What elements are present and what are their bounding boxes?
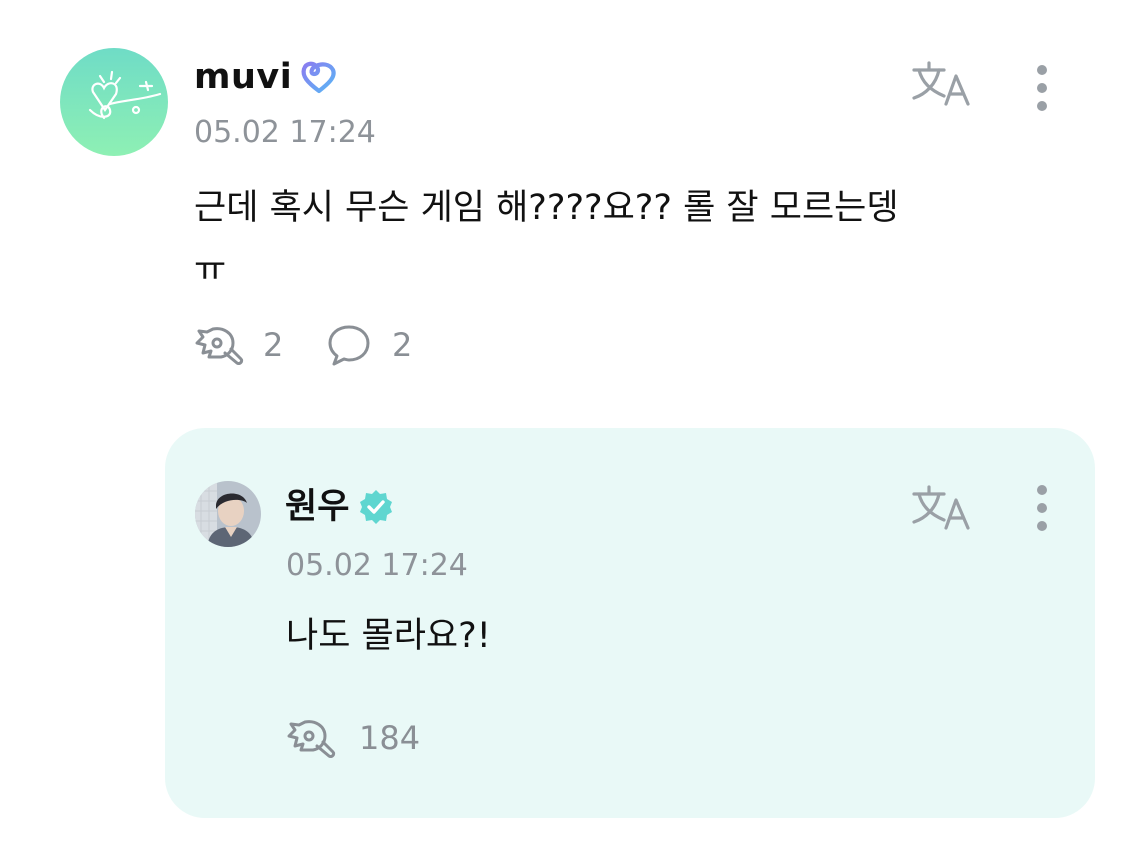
translate-button[interactable] [910, 58, 974, 112]
comment: muvi 05.02 17:24 근데 혹시 무슨 게임 해????요?? 롤 … [0, 0, 1125, 400]
reply-avatar[interactable] [195, 481, 261, 547]
like-count: 2 [263, 326, 284, 364]
reply-text: 나도 몰라요?! [286, 616, 491, 656]
reply-timestamp: 05.02 17:24 [286, 548, 468, 583]
avatar-logo-image [60, 48, 168, 156]
reply-author[interactable]: 원우 [285, 485, 395, 529]
comment-author[interactable]: muvi [194, 55, 338, 99]
translate-icon [912, 485, 970, 530]
reply-button[interactable]: 2 [326, 323, 412, 367]
like-button[interactable]: 184 [285, 716, 420, 760]
more-options-button[interactable] [1032, 484, 1052, 536]
comment-bubble-icon [328, 325, 370, 366]
translate-icon [912, 61, 970, 106]
reply-card: 원우 05.02 17:24 나도 몰라요?! 184 [165, 428, 1095, 818]
comment-timestamp: 05.02 17:24 [194, 115, 376, 150]
heart-loop-badge-icon [300, 58, 338, 96]
avatar[interactable] [60, 48, 168, 156]
like-button[interactable]: 2 [193, 323, 283, 367]
more-vertical-icon [1037, 485, 1047, 531]
author-name: muvi [194, 57, 293, 97]
like-icon [195, 327, 244, 365]
like-icon [287, 720, 336, 758]
translate-button[interactable] [910, 482, 974, 536]
comment-text-line-1: 근데 혹시 무슨 게임 해????요?? 롤 잘 모르는뎅 [194, 188, 899, 228]
reply-count: 2 [392, 326, 413, 364]
more-options-button[interactable] [1032, 64, 1052, 116]
profile-photo-image [195, 481, 261, 547]
like-count: 184 [359, 719, 421, 757]
more-vertical-icon [1037, 65, 1047, 111]
comment-text-line-2: ㅠ [194, 250, 227, 290]
author-name: 원우 [285, 487, 350, 527]
verified-badge-icon [357, 488, 395, 526]
